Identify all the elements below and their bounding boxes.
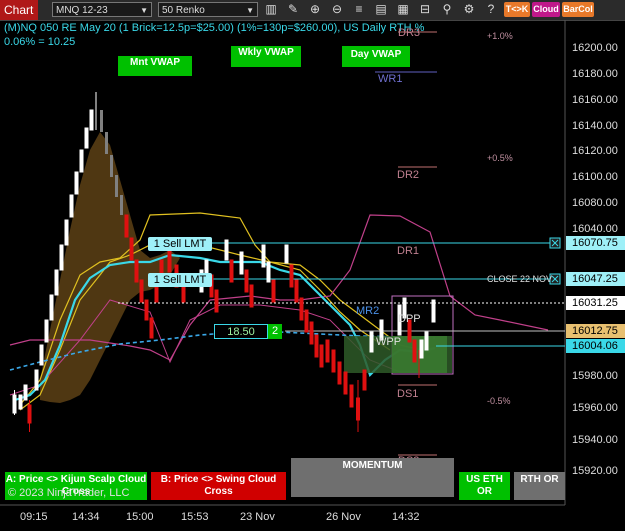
chart-window-title: Chart — [0, 0, 38, 20]
sell-limit-order-2[interactable]: 1 Sell LMT — [148, 273, 212, 287]
close-22nov-label: CLOSE 22 NOV — [487, 274, 553, 284]
tk-toggle-button[interactable]: T<>K — [504, 2, 530, 17]
copyright-text: © 2023 NinjaTrader, LLC — [8, 487, 130, 499]
us-eth-or-badge: US ETH OR — [459, 472, 510, 500]
dr1-label: DR1 — [397, 245, 420, 257]
momentum-panel: MOMENTUM — [291, 458, 454, 497]
bar-type-value: 50 Renko — [162, 5, 205, 16]
monthly-vwap-label: Mnt VWAP — [118, 56, 192, 76]
time-tick: 14:34 — [72, 511, 100, 523]
properties-icon[interactable]: ≡ — [352, 2, 366, 17]
last-price-tag: 16031.25 — [566, 296, 625, 310]
position-pnl-box[interactable]: 18.50 — [214, 324, 268, 339]
chevron-down-icon: ▼ — [246, 6, 254, 15]
price-tick: 15960.00 — [572, 402, 618, 414]
plus-1pct-label: +1.0% — [487, 31, 513, 41]
link-icon[interactable]: ⚲ — [440, 2, 454, 17]
price-tick: 16140.00 — [572, 120, 618, 132]
position-quantity: 2 — [268, 324, 282, 339]
order-price-tag-1: 16070.75 — [566, 236, 625, 250]
price-tick: 15940.00 — [572, 434, 618, 446]
instrument-value: MNQ 12-23 — [56, 5, 108, 16]
price-tick: 15980.00 — [572, 370, 618, 382]
price-tick: 16100.00 — [572, 171, 618, 183]
time-tick: 15:53 — [181, 511, 209, 523]
chart-subtitle: 0.06% = 10.25 — [4, 36, 76, 48]
mr2-label: MR2 — [356, 305, 380, 317]
zoom-in-icon[interactable]: ⊕ — [308, 2, 322, 17]
attach-icon[interactable]: ⊟ — [418, 2, 432, 17]
close-order-icon-1 — [549, 237, 561, 249]
chart-toolbar: Chart MNQ 12-23 ▼ 50 Renko ▼ ▥ ✎ ⊕ ⊖ ≡ ▤ ▦… — [0, 0, 625, 21]
time-tick: 14:32 — [392, 511, 420, 523]
chevron-down-icon: ▼ — [140, 6, 148, 15]
strategy-icon[interactable]: ⚙ — [462, 2, 476, 17]
dr2-label: DR2 — [397, 169, 420, 181]
wpp-label: WPP — [376, 336, 402, 348]
price-tick: 16180.00 — [572, 68, 618, 80]
price-tick: 15920.00 — [572, 465, 618, 477]
cloud-toggle-button[interactable]: Cloud — [532, 2, 560, 17]
draw-tool-icon[interactable]: ✎ — [286, 2, 300, 17]
price-tick: 16200.00 — [572, 42, 618, 54]
alert-b-swing-cross: B: Price <> Swing Cloud Cross — [151, 472, 286, 500]
bar-type-selector[interactable]: 50 Renko ▼ — [158, 2, 258, 17]
zoom-out-icon[interactable]: ⊖ — [330, 2, 344, 17]
dpp-label: DPP — [398, 313, 421, 325]
price-tick: 16080.00 — [572, 197, 618, 209]
dr3-label: DR3 — [398, 27, 421, 39]
wr1-label: WR1 — [378, 73, 403, 85]
daily-vwap-label: Day VWAP — [342, 46, 410, 67]
time-tick: 15:00 — [126, 511, 154, 523]
bar-style-icon[interactable]: ▥ — [264, 2, 278, 17]
price-tick: 16120.00 — [572, 145, 618, 157]
instrument-selector[interactable]: MNQ 12-23 ▼ — [52, 2, 152, 17]
help-icon[interactable]: ? — [484, 2, 498, 17]
data-box-icon[interactable]: ▦ — [396, 2, 410, 17]
chart-trader-icon[interactable]: ▤ — [374, 2, 388, 17]
sell-limit-order-1[interactable]: 1 Sell LMT — [148, 237, 212, 251]
average-price-tag: 16004.06 — [566, 339, 625, 353]
order-price-tag-2: 16047.25 — [566, 272, 625, 286]
minus-05pct-label: -0.5% — [487, 396, 511, 406]
kumo-price-tag: 16012.75 — [566, 324, 625, 338]
price-tick: 16040.00 — [572, 223, 618, 235]
time-tick: 23 Nov — [240, 511, 275, 523]
price-tick: 16160.00 — [572, 94, 618, 106]
rth-or-badge: RTH OR — [514, 472, 565, 500]
ds1-label: DS1 — [397, 388, 419, 400]
time-tick: 26 Nov — [326, 511, 361, 523]
chart-title: (M)NQ 050 RE May 20 (1 Brick=12.5p=$25.0… — [4, 22, 425, 34]
barcol-toggle-button[interactable]: BarCol — [562, 2, 594, 17]
plus-05pct-label: +0.5% — [487, 153, 513, 163]
weekly-vwap-label: Wkly VWAP — [231, 46, 301, 67]
time-tick: 09:15 — [20, 511, 48, 523]
